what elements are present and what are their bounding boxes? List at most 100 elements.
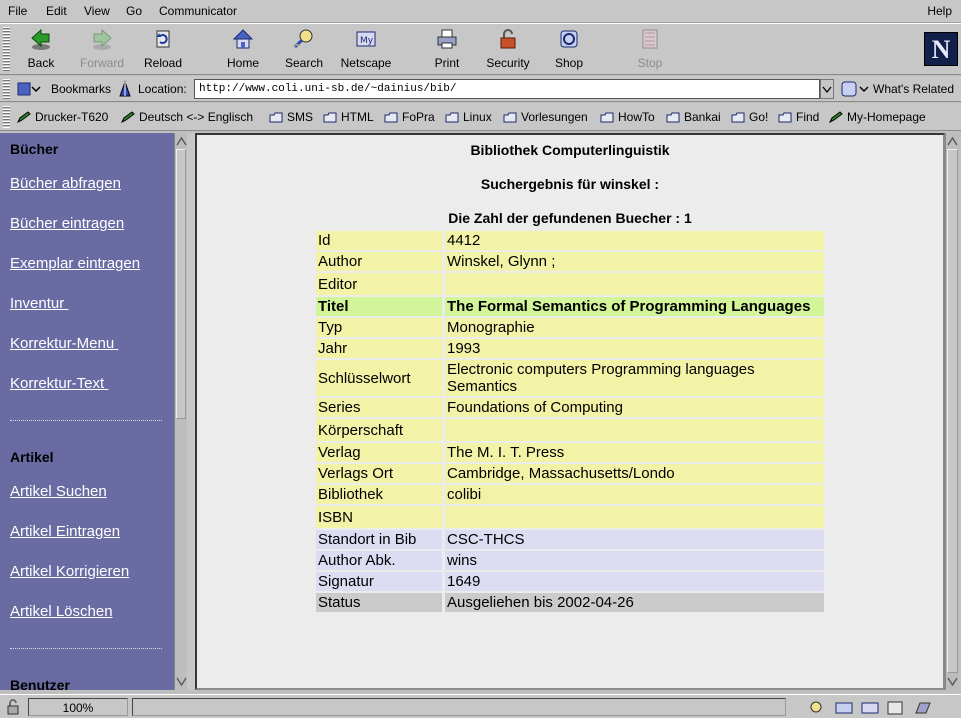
toolbar-grip[interactable] (3, 27, 10, 72)
scroll-thumb[interactable] (947, 149, 958, 673)
book-details-table: Id 4412 Author Winskel, Glynn ; Editor Tit… (316, 229, 824, 614)
bookmark-linux[interactable]: Linux (445, 110, 492, 124)
field-label: Editor (316, 273, 445, 295)
table-row: Jahr 1993 (316, 339, 824, 358)
back-button[interactable]: Back (13, 27, 69, 73)
location-icon (116, 80, 134, 101)
bookmark-bankai[interactable]: Bankai (666, 110, 721, 124)
bookmark-my-homepage[interactable]: My-Homepage (829, 110, 926, 124)
field-label: Verlag (316, 443, 445, 462)
netscape-button[interactable]: My Netscape (338, 27, 394, 73)
netscape-logo[interactable]: N (924, 32, 958, 66)
link-artikel-korrigieren[interactable]: Artikel Korrigieren (10, 563, 129, 580)
whats-related-icon (840, 79, 870, 102)
shop-button[interactable]: Shop (541, 27, 597, 73)
link-artikel-eintragen[interactable]: Artikel Eintragen (10, 523, 120, 540)
table-row: Author Winskel, Glynn ; (316, 252, 824, 271)
bookmark-find[interactable]: Find (778, 110, 819, 124)
divider (10, 648, 162, 649)
link-korrektur-text[interactable]: Korrektur-Text (10, 375, 108, 392)
field-value: wins (445, 551, 824, 570)
bookmark-drucker[interactable]: Drucker-T620 (17, 110, 108, 124)
bookmark-vorlesungen[interactable]: Vorlesungen (503, 110, 588, 124)
link-inventur[interactable]: Inventur (10, 295, 68, 312)
scroll-up-icon[interactable] (946, 135, 959, 148)
bookmark-fopra[interactable]: FoPra (384, 110, 435, 124)
mail-icon (835, 702, 853, 714)
bookmark-html[interactable]: HTML (323, 110, 374, 124)
printer-icon (437, 29, 457, 49)
field-value: The Formal Semantics of Programming Lang… (445, 297, 824, 316)
folder-icon (503, 112, 517, 123)
page-title: Bibliothek Computerlinguistik (470, 142, 670, 158)
table-row: Typ Monographie (316, 318, 824, 337)
section-heading-buecher: Bücher (10, 141, 59, 157)
field-label: Author (316, 252, 445, 271)
bookmark-label: My-Homepage (847, 110, 926, 124)
forward-arrow-icon (93, 28, 112, 50)
menu-go[interactable]: Go (126, 4, 142, 18)
reload-label: Reload (143, 56, 183, 70)
bookmark-howto[interactable]: HowTo (600, 110, 655, 124)
navigation-scrollbar[interactable] (174, 133, 187, 690)
personal-toolbar: Drucker-T620 Deutsch <-> Englisch SMS HT… (0, 103, 961, 131)
section-heading-benutzer: Benutzer (10, 677, 70, 690)
whats-related-button[interactable]: What's Related (873, 82, 954, 96)
menu-edit[interactable]: Edit (46, 4, 67, 18)
bookmark-go[interactable]: Go! (731, 110, 768, 124)
reload-icon (156, 30, 170, 48)
url-dropdown-button[interactable] (820, 79, 834, 99)
menubar: File Edit View Go Communicator Help (0, 0, 961, 23)
locbar-grip[interactable] (3, 79, 10, 99)
field-value: Ausgeliehen bis 2002-04-26 (445, 593, 824, 612)
menu-file[interactable]: File (8, 4, 27, 18)
table-row: Series Foundations of Computing (316, 398, 824, 417)
url-input[interactable]: http://www.coli.uni-sb.de/~dainius/bib/ (194, 79, 820, 99)
home-label: Home (226, 56, 259, 70)
search-icon (293, 29, 313, 49)
link-artikel-loeschen[interactable]: Artikel Löschen (10, 603, 113, 620)
folder-icon (445, 112, 459, 123)
search-button[interactable]: Search (276, 27, 332, 73)
shop-label: Shop (554, 56, 584, 70)
link-buecher-eintragen[interactable]: Bücher eintragen (10, 215, 124, 232)
table-row: Id 4412 (316, 231, 824, 250)
field-value: Foundations of Computing (445, 398, 824, 417)
stop-button[interactable]: Stop (622, 27, 678, 73)
menu-help[interactable]: Help (927, 4, 952, 18)
home-button[interactable]: Home (215, 27, 271, 73)
table-row: Körperschaft (316, 419, 824, 441)
scroll-down-icon[interactable] (946, 675, 959, 688)
content-scrollbar[interactable] (945, 133, 959, 690)
pbar-grip[interactable] (3, 106, 10, 128)
link-exemplar-eintragen[interactable]: Exemplar eintragen (10, 255, 140, 272)
frame-divider[interactable] (187, 133, 195, 690)
field-value: Monographie (445, 318, 824, 337)
field-label: Id (316, 231, 445, 250)
forward-button[interactable]: Forward (74, 27, 130, 73)
field-value: CSC-THCS (445, 530, 824, 549)
security-button[interactable]: Security (480, 27, 536, 73)
print-button[interactable]: Print (419, 27, 475, 73)
search-result-heading: Suchergebnis für winskel : (480, 176, 660, 192)
component-bar (806, 699, 956, 718)
security-lock-icon[interactable] (5, 699, 21, 718)
field-label: Series (316, 398, 445, 417)
address-book-icon (887, 701, 903, 715)
menu-view[interactable]: View (84, 4, 110, 18)
link-buecher-abfragen[interactable]: Bücher abfragen (10, 175, 121, 192)
bookmark-sms[interactable]: SMS (269, 110, 313, 124)
scroll-thumb[interactable] (176, 149, 186, 419)
bookmark-deutsch-englisch[interactable]: Deutsch <-> Englisch (121, 110, 253, 124)
bookmarks-button[interactable]: Bookmarks (51, 82, 111, 96)
field-label: Schlüsselwort (316, 360, 445, 396)
pen-icon (829, 111, 843, 123)
divider (10, 420, 162, 421)
field-value: 4412 (445, 231, 824, 250)
link-artikel-suchen[interactable]: Artikel Suchen (10, 483, 107, 500)
svg-text:My: My (360, 36, 374, 46)
field-value: The M. I. T. Press (445, 443, 824, 462)
menu-communicator[interactable]: Communicator (159, 4, 237, 18)
link-korrektur-menu[interactable]: Korrektur-Menu (10, 335, 118, 352)
reload-button[interactable]: Reload (135, 27, 191, 73)
